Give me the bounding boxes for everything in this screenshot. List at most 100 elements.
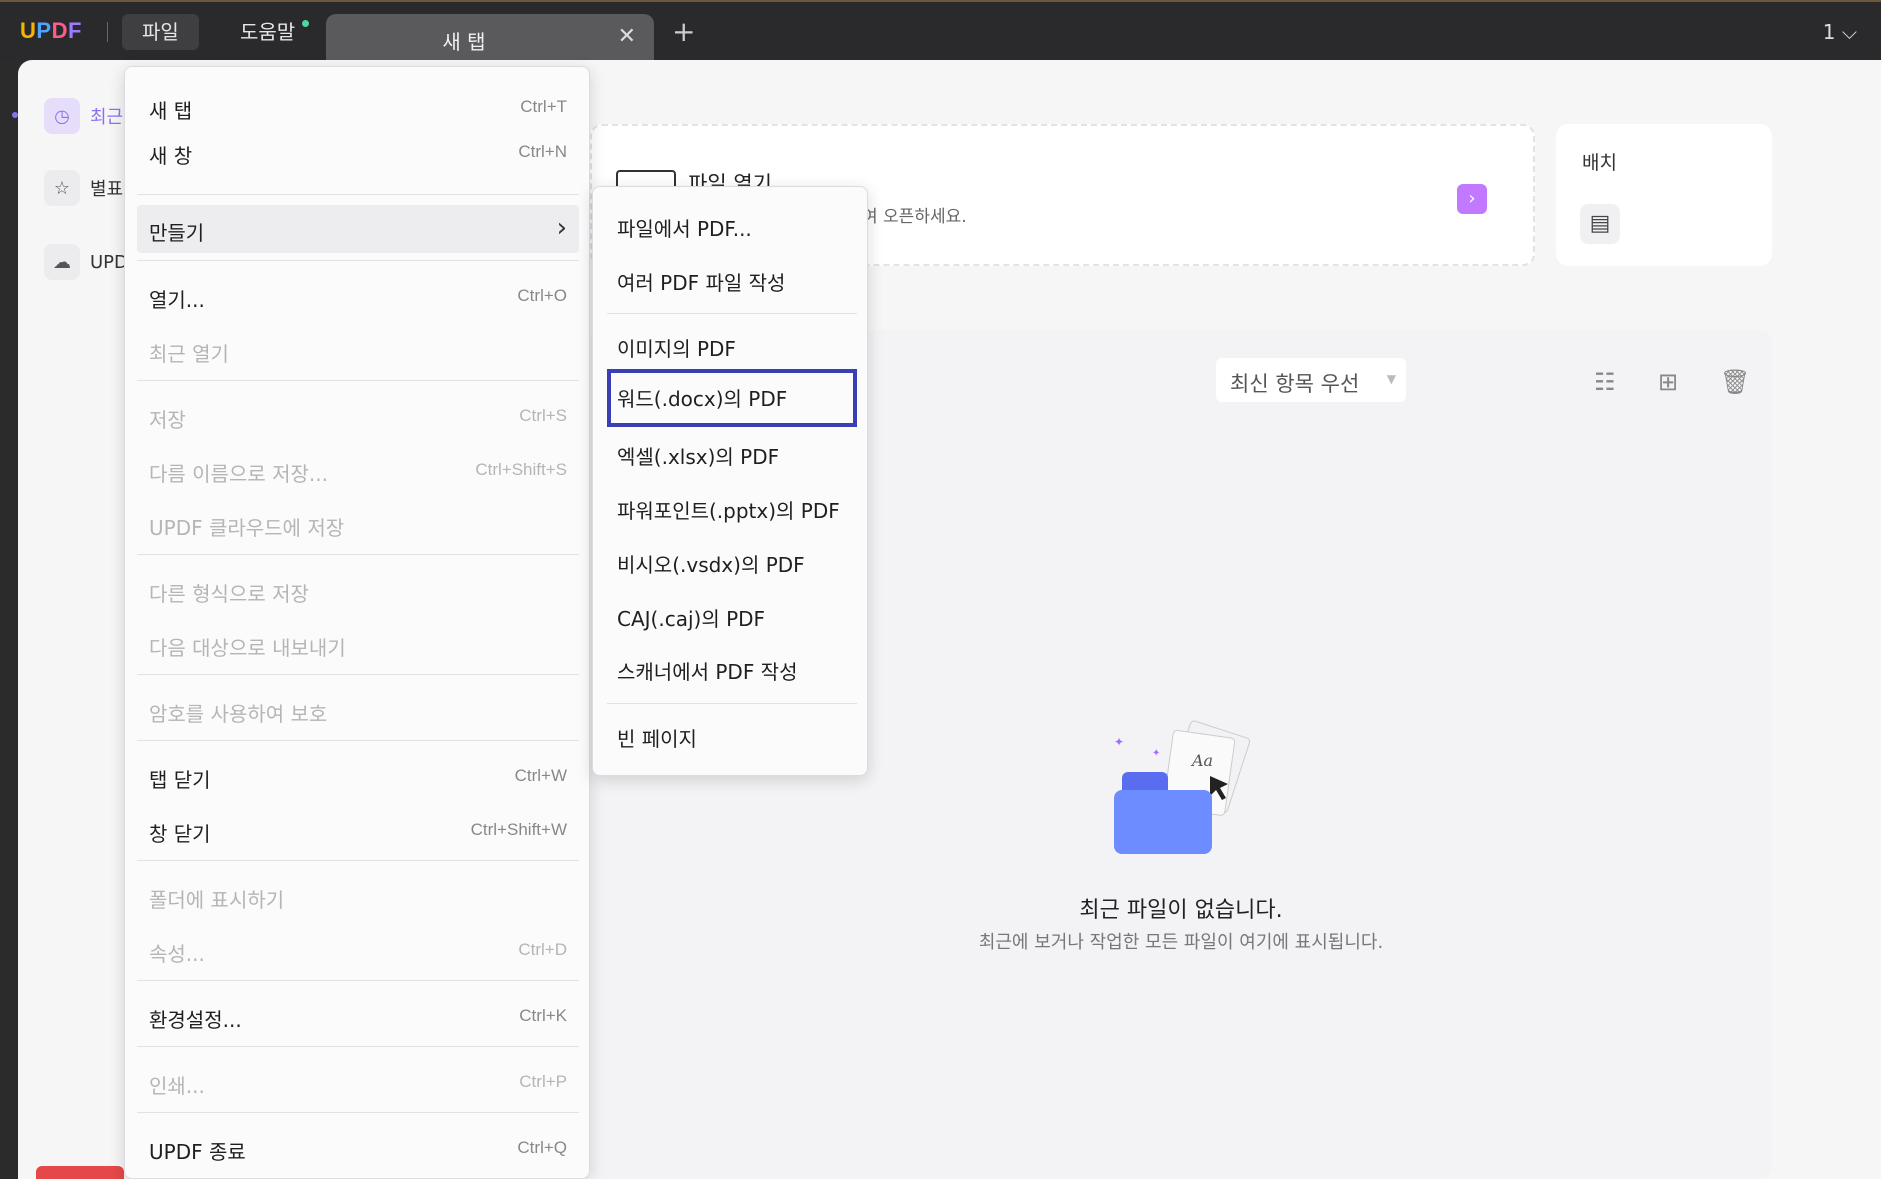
menu-item-label: 창 닫기: [149, 822, 211, 846]
open-file-subtitle: 여 오픈하세요.: [862, 207, 967, 227]
menu-separator: [137, 740, 579, 741]
cloud-icon: ☁: [44, 244, 80, 280]
submenu-item-multiple-pdf[interactable]: 여러 PDF 파일 작성: [607, 253, 857, 307]
menu-item-label: 암호를 사용하여 보호: [149, 702, 328, 726]
submenu-item-pdf-from-caj[interactable]: CAJ(.caj)의 PDF: [607, 589, 857, 643]
document-stack-icon[interactable]: ▤: [1580, 204, 1620, 244]
title-separator: [107, 22, 108, 42]
clock-icon: ◷: [44, 98, 80, 134]
svg-text:✦: ✦: [1152, 748, 1160, 759]
sidebar-item-recent[interactable]: ◷ 최근: [44, 96, 123, 136]
submenu-item-pdf-from-image[interactable]: 이미지의 PDF: [607, 319, 857, 373]
sidebar-item-label: UPD: [90, 251, 128, 273]
updf-logo: UPDF: [20, 18, 82, 43]
menu-item-label: 열기...: [149, 288, 205, 312]
menu-item-label: 다음 대상으로 내보내기: [149, 636, 346, 660]
menu-item-label: 다름 이름으로 저장...: [149, 462, 328, 486]
help-menu-label: 도움말: [240, 20, 296, 44]
menu-item-save[interactable]: 저장 Ctrl+S: [137, 392, 579, 440]
menu-item-shortcut: Ctrl+K: [519, 1006, 567, 1025]
menu-item-protect-password[interactable]: 암호를 사용하여 보호: [137, 686, 579, 734]
notification-dot: [302, 20, 310, 27]
submenu-item-pdf-from-file[interactable]: 파일에서 PDF...: [607, 199, 857, 253]
chevron-right-icon[interactable]: ›: [1457, 184, 1487, 214]
chevron-right-icon: ›: [556, 213, 567, 243]
svg-text:Aa: Aa: [1190, 751, 1213, 770]
menu-item-label: 속성...: [149, 942, 205, 966]
menu-item-print[interactable]: 인쇄... Ctrl+P: [137, 1058, 579, 1106]
menu-item-preferences[interactable]: 환경설정... Ctrl+K: [137, 992, 579, 1040]
menu-item-close-window[interactable]: 창 닫기 Ctrl+Shift+W: [137, 806, 579, 854]
sidebar-item-label: 최근: [90, 107, 124, 128]
menu-item-save-cloud[interactable]: UPDF 클라우드에 저장: [137, 500, 579, 548]
menu-item-shortcut: Ctrl+Shift+S: [475, 460, 567, 479]
menu-item-save-other-format[interactable]: 다른 형식으로 저장: [137, 566, 579, 614]
menu-item-new-tab[interactable]: 새 탭 Ctrl+T: [137, 83, 579, 131]
promo-badge[interactable]: [36, 1166, 124, 1179]
help-menu-button[interactable]: 도움말: [220, 14, 315, 50]
menu-item-shortcut: Ctrl+Q: [517, 1138, 567, 1157]
menu-item-quit[interactable]: UPDF 종료 Ctrl+Q: [137, 1124, 579, 1172]
tab-new[interactable]: 새 탭 ✕: [326, 14, 654, 62]
submenu-item-label: 이미지의 PDF: [617, 337, 736, 361]
sort-label: 최신 항목 우선: [1230, 372, 1360, 396]
add-tab-icon[interactable]: +: [672, 18, 695, 46]
indicator-dot: [12, 112, 18, 118]
submenu-item-pdf-from-scanner[interactable]: 스캐너에서 PDF 작성: [607, 642, 857, 696]
menu-item-save-as[interactable]: 다름 이름으로 저장... Ctrl+Shift+S: [137, 446, 579, 494]
close-tab-icon[interactable]: ✕: [618, 24, 636, 49]
menu-separator: [137, 674, 579, 675]
menu-item-open-recent[interactable]: 최근 열기: [137, 326, 579, 374]
batch-title: 배치: [1582, 152, 1617, 174]
file-menu: 새 탭 Ctrl+T 새 창 Ctrl+N 만들기 › 열기... Ctrl+O 최근 …: [124, 66, 590, 1179]
empty-folder-illustration: Aa ✦ ✦: [1114, 720, 1251, 854]
submenu-item-label: 파워포인트(.pptx)의 PDF: [617, 499, 840, 523]
menu-separator: [137, 554, 579, 555]
sidebar-item-starred[interactable]: ☆ 별표: [44, 168, 123, 208]
menu-item-close-tab[interactable]: 탭 닫기 Ctrl+W: [137, 752, 579, 800]
submenu-item-pdf-from-visio[interactable]: 비시오(.vsdx)의 PDF: [607, 535, 857, 589]
svg-text:✦: ✦: [1114, 735, 1124, 749]
menu-separator: [137, 380, 579, 381]
menu-item-create[interactable]: 만들기 ›: [137, 205, 579, 253]
menu-separator: [137, 980, 579, 981]
batch-card[interactable]: 배치 ▤: [1556, 124, 1772, 266]
menu-item-shortcut: Ctrl+O: [517, 286, 567, 305]
menu-item-properties[interactable]: 속성... Ctrl+D: [137, 926, 579, 974]
grid-view-icon[interactable]: ⊞: [1658, 368, 1678, 396]
menu-separator: [137, 1046, 579, 1047]
menu-item-shortcut: Ctrl+W: [514, 766, 567, 785]
menu-item-show-in-folder[interactable]: 폴더에 표시하기: [137, 872, 579, 920]
submenu-item-label: 엑셀(.xlsx)의 PDF: [617, 445, 780, 469]
menu-item-label: 탭 닫기: [149, 768, 211, 792]
submenu-item-pdf-from-powerpoint[interactable]: 파워포인트(.pptx)의 PDF: [607, 481, 857, 535]
trash-icon[interactable]: 🗑: [1720, 368, 1750, 396]
menu-item-label: UPDF 클라우드에 저장: [149, 516, 345, 540]
menu-item-shortcut: Ctrl+P: [519, 1072, 567, 1091]
submenu-item-pdf-from-excel[interactable]: 엑셀(.xlsx)의 PDF: [607, 427, 857, 481]
submenu-item-pdf-from-word[interactable]: 워드(.docx)의 PDF: [607, 369, 857, 427]
menu-item-export[interactable]: 다음 대상으로 내보내기: [137, 620, 579, 668]
submenu-item-label: CAJ(.caj)의 PDF: [617, 607, 766, 631]
submenu-item-label: 스캐너에서 PDF 작성: [617, 660, 798, 684]
submenu-item-blank-page[interactable]: 빈 페이지: [607, 709, 857, 763]
menu-item-shortcut: Ctrl+D: [518, 940, 567, 959]
menu-item-label: 새 창: [149, 144, 193, 168]
list-view-icon[interactable]: ☷: [1594, 368, 1616, 396]
menu-item-label: 저장: [149, 408, 186, 432]
window-counter-dropdown[interactable]: 1 ⌵: [1823, 20, 1857, 44]
sidebar-item-cloud[interactable]: ☁ UPD: [44, 242, 128, 282]
menu-item-shortcut: Ctrl+T: [520, 97, 567, 116]
menu-item-label: 인쇄...: [149, 1074, 205, 1098]
menu-item-label: 폴더에 표시하기: [149, 888, 285, 912]
menu-item-label: UPDF 종료: [149, 1140, 246, 1164]
file-menu-button[interactable]: 파일: [122, 14, 199, 50]
tab-label: 새 탭: [442, 30, 486, 54]
sort-dropdown[interactable]: 최신 항목 우선 ▼: [1216, 358, 1406, 402]
menu-separator: [137, 260, 579, 261]
menu-item-open[interactable]: 열기... Ctrl+O: [137, 272, 579, 320]
menu-item-label: 다른 형식으로 저장: [149, 582, 309, 606]
menu-item-new-window[interactable]: 새 창 Ctrl+N: [137, 128, 579, 176]
menu-item-shortcut: Ctrl+Shift+W: [470, 820, 567, 839]
file-menu-label: 파일: [142, 20, 179, 44]
